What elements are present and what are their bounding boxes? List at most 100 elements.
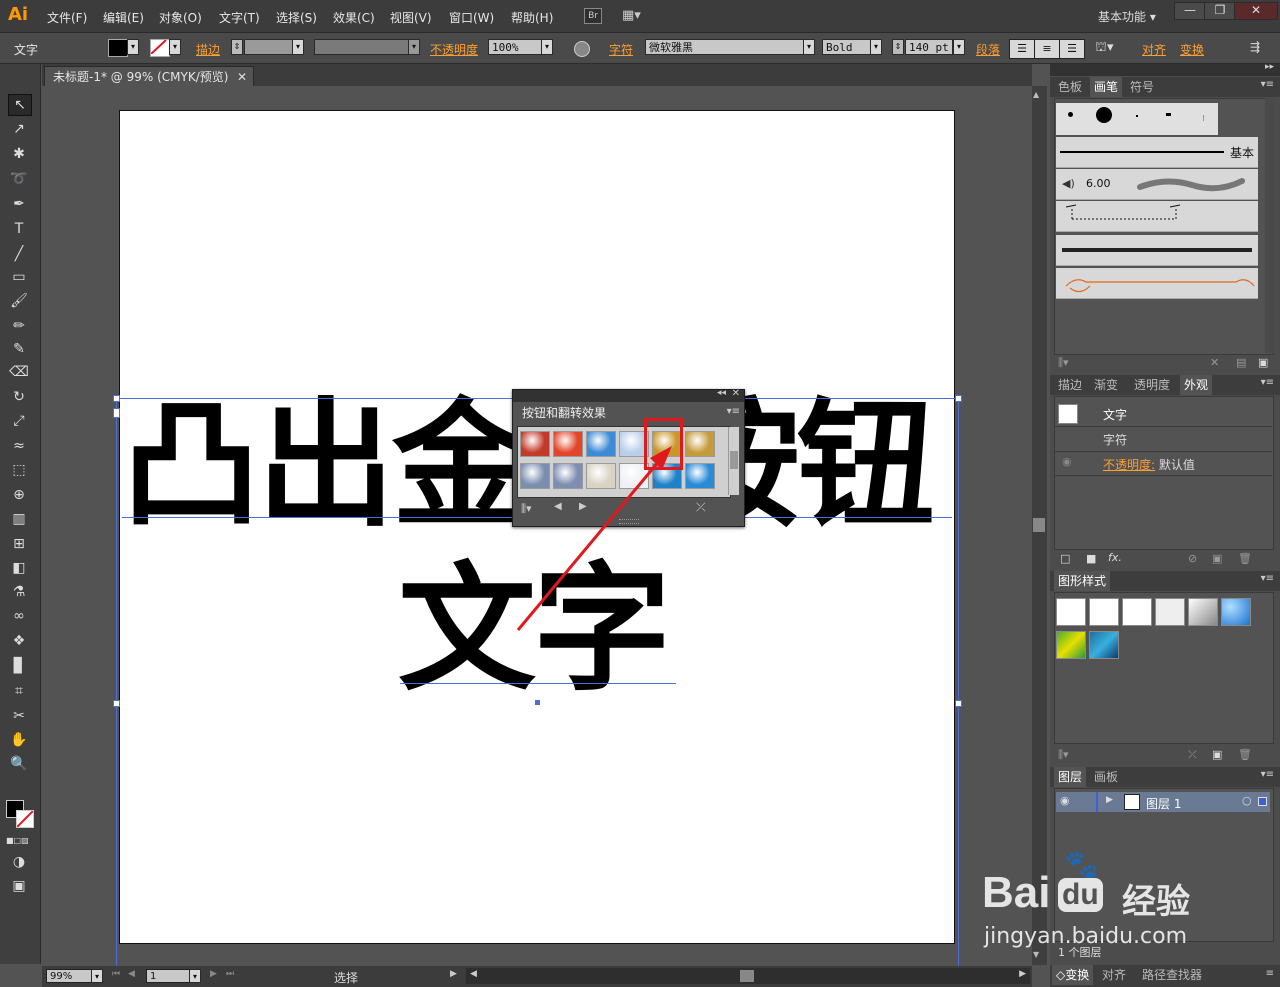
- tab-stroke[interactable]: 描边: [1054, 375, 1086, 395]
- font-style-field[interactable]: Bold: [822, 39, 872, 55]
- slice-tool-icon[interactable]: ✂: [8, 706, 30, 726]
- type-tool-icon[interactable]: T: [8, 219, 30, 239]
- layer-row[interactable]: ◉ ▶ 图层 1 ○: [1056, 792, 1270, 812]
- variable-width-field[interactable]: [314, 39, 410, 55]
- selection-tool-icon[interactable]: ↖: [8, 94, 32, 116]
- brush-panel-menu-icon[interactable]: ▾≡: [1261, 79, 1274, 90]
- tab-pathfinder[interactable]: 路径查找器: [1138, 965, 1206, 985]
- layer-visibility-icon[interactable]: ◉: [1060, 794, 1070, 807]
- brush-tip-small[interactable]: [1068, 112, 1073, 117]
- brush-rough[interactable]: [1056, 235, 1258, 266]
- collapse-panel-icon[interactable]: ◂◂: [717, 388, 726, 398]
- graphic-style-green-texture[interactable]: [1056, 631, 1086, 659]
- pen-tool-icon[interactable]: ✒: [8, 194, 30, 214]
- brush-scrollbar[interactable]: [1265, 98, 1275, 353]
- free-transform-tool-icon[interactable]: ⬚: [8, 460, 30, 480]
- tab-gradient[interactable]: 渐变: [1090, 375, 1122, 395]
- appearance-opacity-label[interactable]: 不透明度:: [1103, 458, 1155, 472]
- graphic-style-no-stroke[interactable]: [1089, 598, 1119, 626]
- stroke-weight-field[interactable]: [244, 39, 294, 55]
- brush-tip-tiny[interactable]: [1136, 115, 1138, 117]
- tab-layers[interactable]: 图层: [1054, 767, 1087, 787]
- panel-scrollbar[interactable]: [728, 427, 739, 495]
- brush-dashed[interactable]: [1056, 201, 1258, 232]
- menu-file[interactable]: 文件(F): [47, 9, 87, 26]
- document-tab[interactable]: 未标题-1* @ 99% (CMYK/预览) ✕: [44, 66, 254, 86]
- stroke-color-box[interactable]: [16, 810, 34, 828]
- line-tool-icon[interactable]: ╱: [8, 244, 30, 264]
- appearance-row-character[interactable]: 字符: [1103, 431, 1127, 448]
- pencil-tool-icon[interactable]: ✏: [8, 316, 30, 336]
- stroke-dropdown[interactable]: ▾: [169, 39, 181, 55]
- menu-select[interactable]: 选择(S): [276, 9, 317, 26]
- eraser-tool-icon[interactable]: ⌫: [8, 362, 30, 382]
- artboard-number-field[interactable]: 1: [146, 969, 190, 983]
- restore-button[interactable]: ❐: [1204, 2, 1236, 20]
- brush-decorative[interactable]: [1056, 268, 1258, 299]
- perspective-grid-tool-icon[interactable]: ▥: [8, 509, 30, 529]
- bridge-button[interactable]: Br: [584, 8, 602, 24]
- brush-tip-calligraphic[interactable]: [1166, 113, 1171, 116]
- direct-selection-tool-icon[interactable]: ↗: [8, 119, 30, 139]
- warp-tool-icon[interactable]: ≈: [8, 436, 30, 456]
- tab-transparency[interactable]: 透明度: [1130, 375, 1174, 395]
- menu-view[interactable]: 视图(V): [390, 9, 432, 26]
- tab-transform[interactable]: ◇变换: [1052, 965, 1094, 985]
- blend-tool-icon[interactable]: ∞: [8, 606, 30, 626]
- artboard-dropdown[interactable]: ▾: [189, 969, 201, 983]
- stroke-label[interactable]: 描边: [196, 41, 220, 58]
- font-family-dropdown[interactable]: ▾: [803, 39, 815, 55]
- bbox-handle-tl[interactable]: [113, 395, 120, 402]
- opacity-dropdown[interactable]: ▾: [541, 39, 553, 55]
- next-artboard-icon[interactable]: ▶: [210, 969, 217, 979]
- lasso-tool-icon[interactable]: ➰: [8, 169, 30, 189]
- font-family-field[interactable]: 微软雅黑: [645, 39, 805, 55]
- panel-menu-icon[interactable]: ⇶: [1250, 40, 1260, 54]
- font-size-field[interactable]: 140 pt: [905, 39, 953, 55]
- bbox-handle-l-top[interactable]: [113, 408, 120, 418]
- align-center-icon[interactable]: ≡: [1034, 39, 1060, 59]
- bbox-handle-mr[interactable]: [955, 700, 962, 707]
- brush-tip-hair[interactable]: [1203, 115, 1204, 121]
- brush-options-icon[interactable]: ▤: [1236, 356, 1246, 369]
- mesh-tool-icon[interactable]: ⊞: [8, 534, 30, 554]
- graphic-style-default[interactable]: [1056, 598, 1086, 626]
- artboard-tool-icon[interactable]: ⌗: [8, 681, 30, 701]
- font-size-stepper[interactable]: ⇕: [892, 39, 904, 55]
- break-link-icon[interactable]: ⤫: [696, 500, 706, 515]
- stroke-weight-dropdown[interactable]: ▾: [292, 39, 304, 55]
- fill-dropdown[interactable]: ▾: [127, 39, 139, 55]
- graphic-style-blue-texture[interactable]: [1089, 631, 1119, 659]
- menu-type[interactable]: 文字(T): [219, 9, 260, 26]
- opacity-label[interactable]: 不透明度: [430, 41, 478, 58]
- menu-object[interactable]: 对象(O): [159, 9, 202, 26]
- panel-tab[interactable]: 按钮和翻转效果: [516, 404, 613, 422]
- break-link-style-icon[interactable]: ⤫: [1188, 748, 1197, 762]
- workspace-switcher[interactable]: 基本功能 ▾: [1098, 8, 1156, 25]
- bbox-handle-ml[interactable]: [113, 700, 120, 707]
- blob-brush-tool-icon[interactable]: ✎: [8, 339, 30, 359]
- remove-brush-stroke-icon[interactable]: ✕: [1210, 356, 1219, 369]
- clear-appearance-icon[interactable]: ⊘: [1188, 552, 1197, 565]
- collapse-dock-icon[interactable]: ▸▸: [1265, 62, 1274, 72]
- tab-swatches[interactable]: 色板: [1054, 77, 1086, 97]
- font-style-dropdown[interactable]: ▾: [870, 39, 882, 55]
- align-label[interactable]: 对齐: [1142, 41, 1166, 58]
- column-graph-tool-icon[interactable]: ▊: [8, 656, 30, 676]
- align-left-icon[interactable]: ☰: [1009, 39, 1035, 59]
- bbox-handle-tr[interactable]: [955, 395, 962, 402]
- new-brush-icon[interactable]: ▣: [1258, 356, 1268, 369]
- visibility-eye-icon[interactable]: ◉: [1062, 455, 1072, 468]
- shape-builder-tool-icon[interactable]: ⊕: [8, 485, 30, 505]
- panel-menu-icon[interactable]: ▾≡: [727, 406, 740, 417]
- close-button[interactable]: ✕: [1234, 2, 1278, 20]
- delete-style-icon[interactable]: 🗑: [1238, 748, 1252, 761]
- character-label[interactable]: 字符: [609, 41, 633, 58]
- menu-effect[interactable]: 效果(C): [333, 9, 375, 26]
- graphic-style-shadow[interactable]: [1188, 598, 1218, 626]
- envelope-distort-icon[interactable]: ⛫▾: [1095, 40, 1113, 57]
- add-effect-icon[interactable]: fx.: [1108, 551, 1122, 564]
- panel-title-bar[interactable]: ◂◂ ✕: [513, 388, 744, 402]
- layer-name[interactable]: 图层 1: [1146, 795, 1181, 812]
- brush-libraries-icon[interactable]: ⫼▾: [1058, 356, 1069, 370]
